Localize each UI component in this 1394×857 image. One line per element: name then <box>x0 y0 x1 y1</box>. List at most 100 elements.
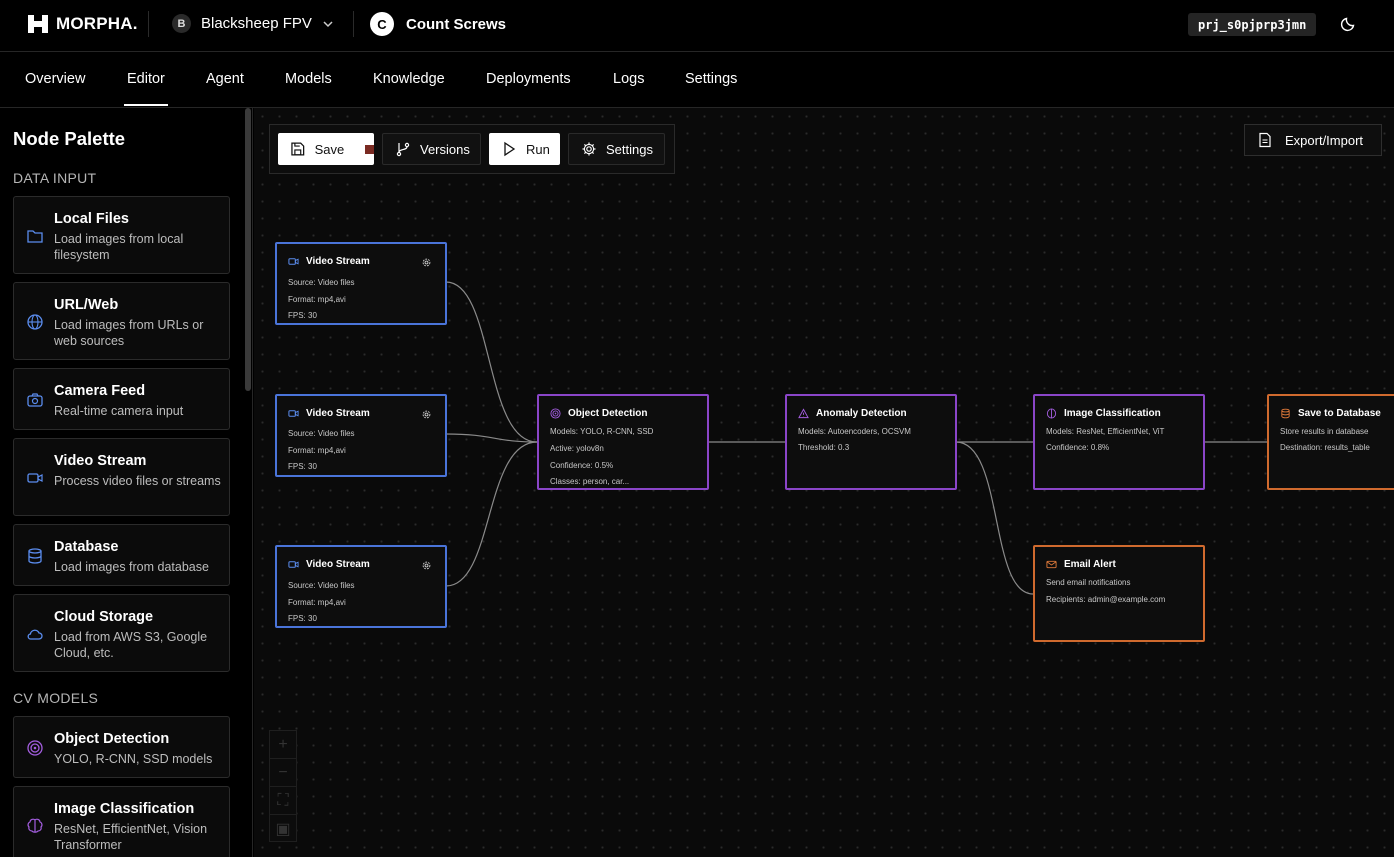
palette-item-title: Database <box>54 539 119 555</box>
palette-item-desc: Load from AWS S3, Google Cloud, etc. <box>54 630 208 660</box>
node-image-classification[interactable]: Image Classification Models: ResNet, Eff… <box>1033 394 1205 490</box>
node-video-stream[interactable]: Video Stream Source: Video files Format:… <box>275 242 447 325</box>
node-detail: FPS: 30 <box>288 462 317 471</box>
org-switcher[interactable]: B Blacksheep FPV <box>172 14 334 33</box>
palette-item-object-detection[interactable]: Object Detection YOLO, R-CNN, SSD models <box>13 716 230 778</box>
gear-icon[interactable] <box>421 560 432 571</box>
node-video-stream[interactable]: Video Stream Source: Video files Format:… <box>275 545 447 628</box>
node-header: Image Classification <box>1046 408 1161 419</box>
node-header: Save to Database <box>1280 408 1381 419</box>
node-detail: FPS: 30 <box>288 614 317 623</box>
edge <box>445 441 538 587</box>
palette-item-image-classification[interactable]: Image Classification ResNet, EfficientNe… <box>13 786 230 857</box>
tab-agent[interactable]: Agent <box>206 71 244 87</box>
gear-icon[interactable] <box>421 257 432 268</box>
fit-view-icon[interactable]: ⛶ <box>270 787 296 815</box>
node-detail: FPS: 30 <box>288 311 317 320</box>
node-header: Email Alert <box>1046 559 1116 570</box>
palette-item-local-files[interactable]: Local Files Load images from local files… <box>13 196 230 274</box>
node-title: Video Stream <box>306 559 370 570</box>
node-title: Image Classification <box>1064 408 1161 419</box>
palette-item-camera-feed[interactable]: Camera Feed Real-time camera input <box>13 368 230 430</box>
node-detail: Source: Video files <box>288 278 355 287</box>
palette-item-desc: Process video files or streams <box>54 474 221 488</box>
tab-models[interactable]: Models <box>285 71 332 87</box>
node-detail: Destination: results_table <box>1280 443 1370 452</box>
gear-icon[interactable] <box>421 409 432 420</box>
project-name: Count Screws <box>406 15 507 33</box>
node-anomaly-detection[interactable]: Anomaly Detection Models: Autoencoders, … <box>785 394 957 490</box>
palette-item-url-web[interactable]: URL/Web Load images from URLs or web sou… <box>13 282 230 360</box>
node-email-alert[interactable]: Email Alert Send email notifications Rec… <box>1033 545 1205 642</box>
sidebar-scrollbar[interactable] <box>245 108 251 391</box>
globe-icon <box>27 314 43 330</box>
main-nav: Overview Editor Agent Models Knowledge D… <box>0 52 1394 108</box>
org-name: Blacksheep FPV <box>201 15 312 32</box>
palette-item-desc: ResNet, EfficientNet, Vision Transformer <box>54 822 208 852</box>
palette-item-desc: YOLO, R-CNN, SSD models <box>54 752 213 766</box>
org-avatar: B <box>172 14 191 33</box>
node-detail: Send email notifications <box>1046 578 1131 587</box>
tab-deployments[interactable]: Deployments <box>486 71 571 87</box>
node-save-to-database[interactable]: Save to Database Store results in databa… <box>1267 394 1394 490</box>
project-avatar: C <box>370 12 394 36</box>
lock-icon[interactable]: ▣ <box>270 815 296 843</box>
node-title: Object Detection <box>568 408 648 419</box>
divider <box>148 11 149 37</box>
section-cv-models: CV MODELS <box>13 690 99 706</box>
node-header: Anomaly Detection <box>798 408 907 419</box>
tab-settings[interactable]: Settings <box>685 71 737 87</box>
palette-item-cloud-storage[interactable]: Cloud Storage Load from AWS S3, Google C… <box>13 594 230 672</box>
zoom-out-icon[interactable]: − <box>270 759 296 787</box>
brain-icon <box>1046 408 1057 419</box>
palette-item-desc: Load images from URLs or web sources <box>54 318 204 348</box>
node-detail: Models: Autoencoders, OCSVM <box>798 427 911 436</box>
folder-icon <box>27 230 43 243</box>
edge <box>445 281 538 443</box>
tab-editor[interactable]: Editor <box>124 71 168 106</box>
node-detail: Confidence: 0.8% <box>1046 443 1110 452</box>
tab-overview[interactable]: Overview <box>25 71 85 87</box>
database-icon <box>28 548 42 564</box>
palette-item-video-stream[interactable]: Video Stream Process video files or stre… <box>13 438 230 516</box>
palette-title: Node Palette <box>13 128 126 149</box>
node-detail: Confidence: 0.5% <box>550 461 614 470</box>
brain-icon <box>27 818 43 833</box>
database-icon <box>1281 408 1290 419</box>
node-header: Video Stream <box>288 408 370 419</box>
edge <box>955 441 1034 595</box>
zoom-in-icon[interactable]: + <box>270 731 296 759</box>
top-bar: MORPHA. B Blacksheep FPV C Count Screws … <box>0 0 1394 52</box>
node-title: Video Stream <box>306 408 370 419</box>
section-data-input: DATA INPUT <box>13 170 97 186</box>
palette-item-title: Object Detection <box>54 731 170 747</box>
video-icon <box>288 410 299 417</box>
node-video-stream[interactable]: Video Stream Source: Video files Format:… <box>275 394 447 477</box>
target-icon <box>27 740 43 756</box>
node-detail: Source: Video files <box>288 429 355 438</box>
node-title: Save to Database <box>1298 408 1381 419</box>
palette-item-database[interactable]: Database Load images from database <box>13 524 230 586</box>
palette-item-title: Cloud Storage <box>54 609 154 625</box>
palette-item-title: URL/Web <box>54 297 119 313</box>
tab-logs[interactable]: Logs <box>613 71 644 87</box>
node-title: Email Alert <box>1064 559 1116 570</box>
node-object-detection[interactable]: Object Detection Models: YOLO, R-CNN, SS… <box>537 394 709 490</box>
workflow-canvas[interactable]: Save Versions Run Settings Export/Import <box>254 108 1394 857</box>
node-header: Video Stream <box>288 256 370 267</box>
brand-logo[interactable]: MORPHA. <box>28 14 138 34</box>
video-icon <box>288 561 299 568</box>
project-switcher[interactable]: C Count Screws <box>370 12 506 36</box>
node-detail: Models: ResNet, EfficientNet, ViT <box>1046 427 1165 436</box>
video-icon <box>27 473 43 483</box>
node-title: Video Stream <box>306 256 370 267</box>
project-id-badge[interactable]: prj_s0pjprp3jmn <box>1188 13 1317 36</box>
node-header: Object Detection <box>550 408 647 419</box>
node-detail: Active: yolov8n <box>550 444 604 453</box>
video-icon <box>288 258 299 265</box>
cloud-icon <box>27 629 43 640</box>
moon-icon[interactable] <box>1340 16 1356 32</box>
node-detail: Format: mp4,avi <box>288 446 346 455</box>
node-detail: Format: mp4,avi <box>288 598 346 607</box>
tab-knowledge[interactable]: Knowledge <box>373 71 445 87</box>
